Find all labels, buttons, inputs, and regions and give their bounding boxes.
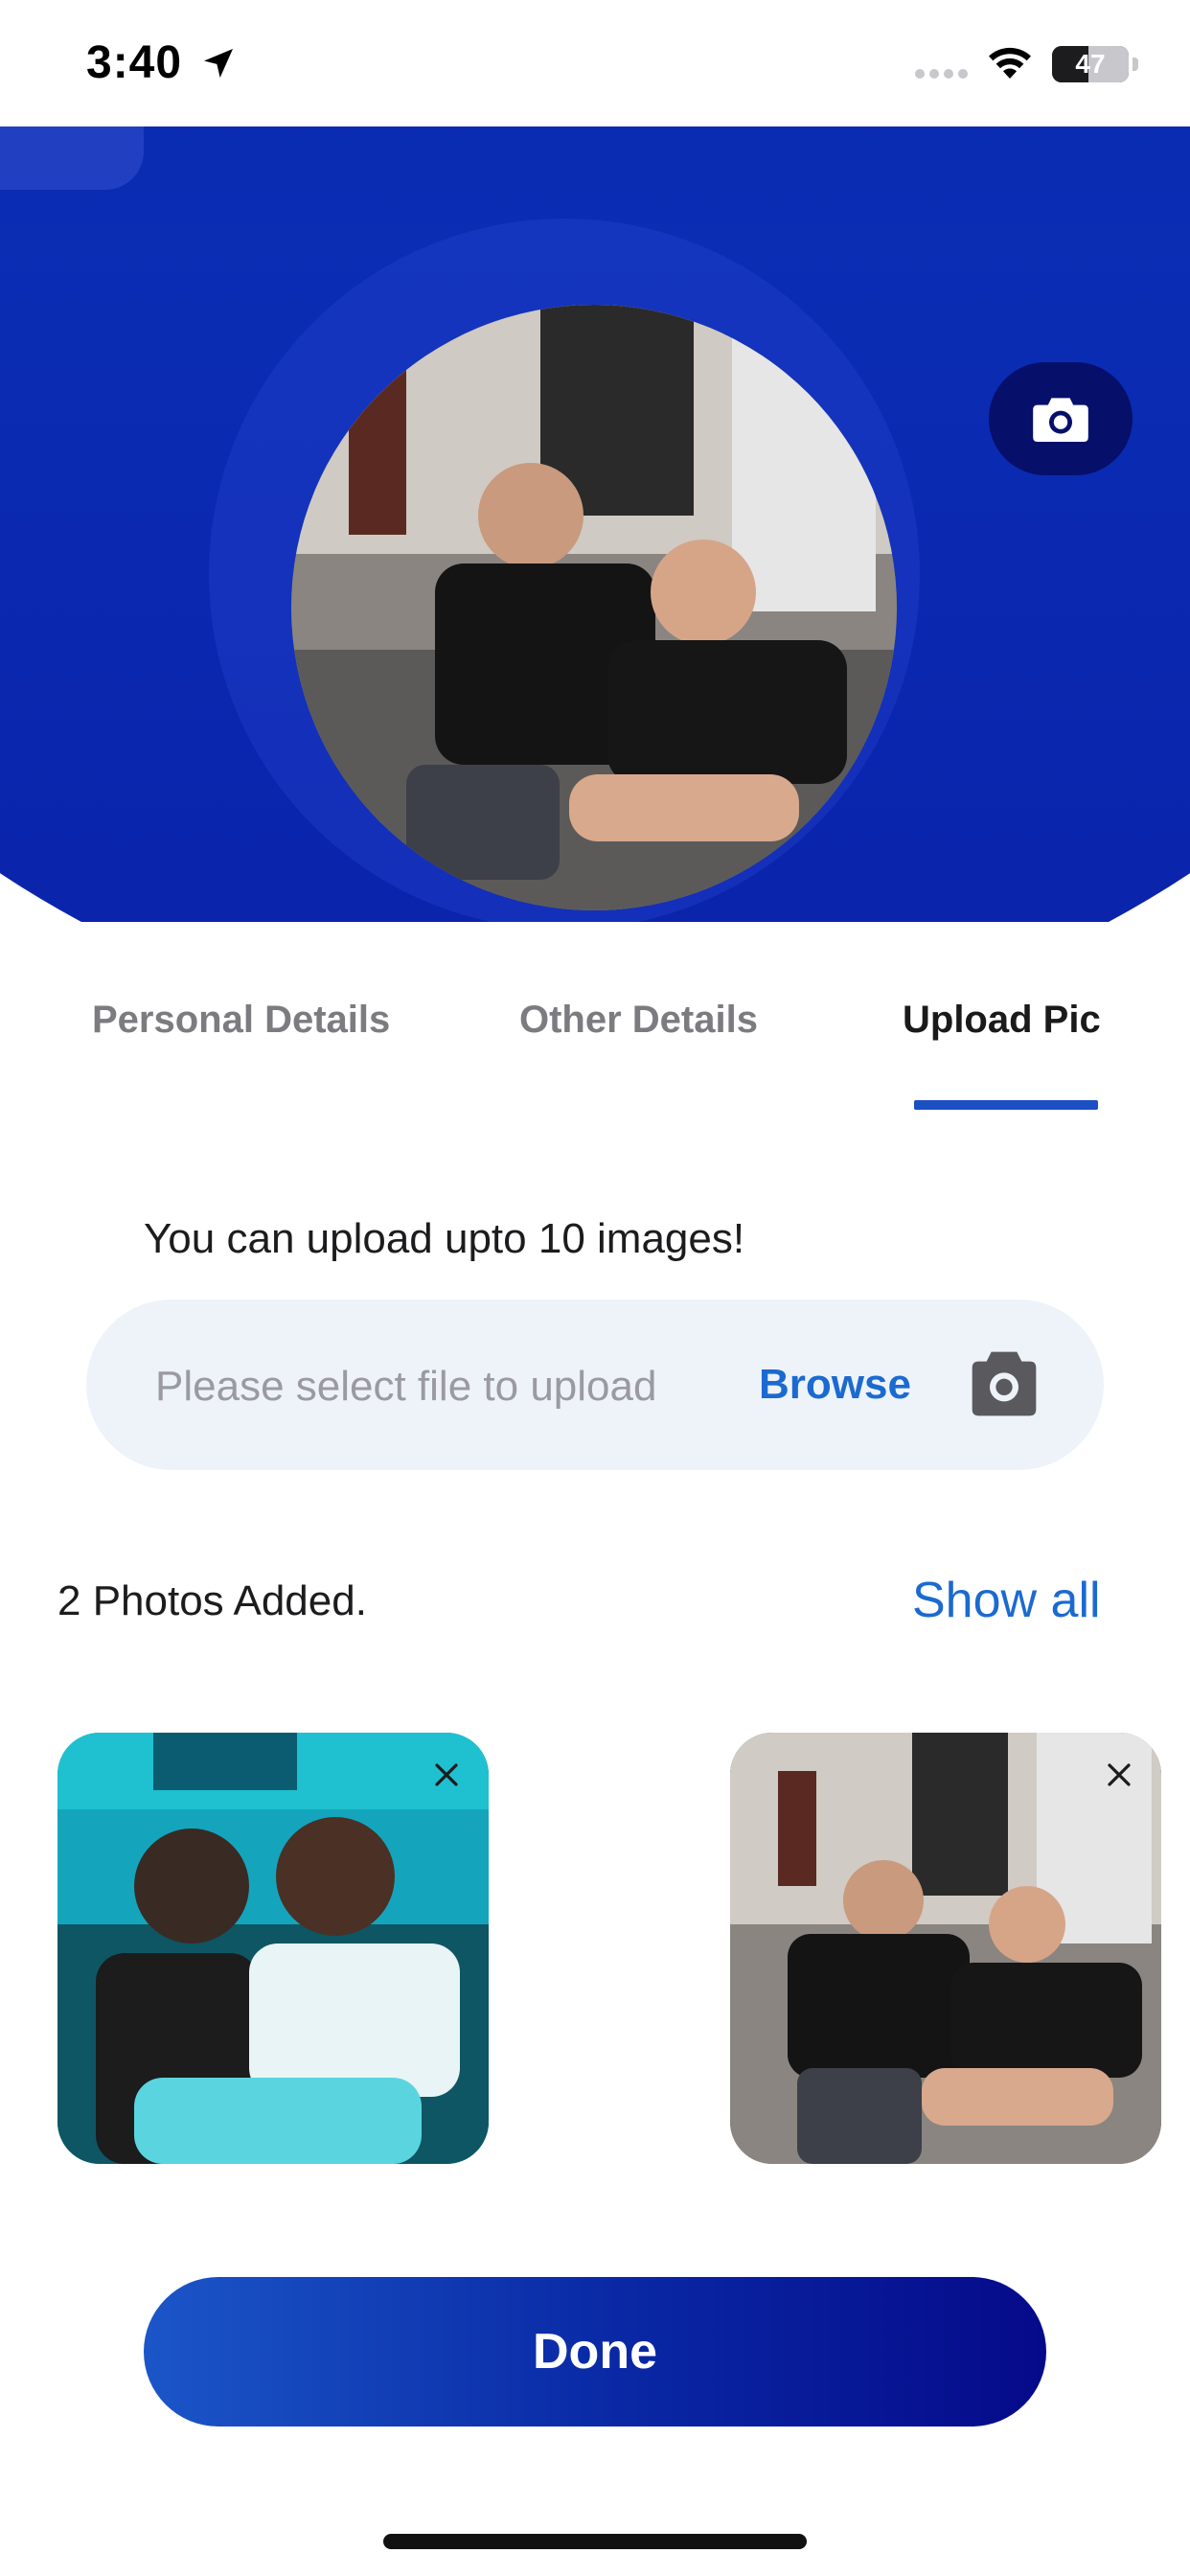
- photo-image: [730, 1733, 1161, 2164]
- file-upload-field[interactable]: Please select file to upload Browse: [86, 1300, 1104, 1470]
- status-time: 3:40: [86, 37, 183, 88]
- battery-indicator: 47: [1052, 46, 1129, 82]
- close-icon: [435, 1763, 458, 1786]
- browse-button[interactable]: Browse: [759, 1361, 911, 1409]
- remove-photo-button[interactable]: [1098, 1754, 1140, 1796]
- battery-level: 47: [1075, 49, 1106, 79]
- done-button[interactable]: Done: [144, 2277, 1046, 2426]
- header-corner-shape: [0, 126, 144, 190]
- active-tab-indicator: [914, 1100, 1098, 1110]
- avatar-photo: [291, 305, 897, 910]
- photo-image: [57, 1733, 489, 2164]
- upload-hint: You can upload upto 10 images!: [144, 1215, 745, 1262]
- profile-header: [0, 126, 1190, 922]
- status-bar: 3:40 47: [0, 0, 1190, 126]
- close-icon: [1108, 1763, 1131, 1786]
- remove-photo-button[interactable]: [425, 1754, 468, 1796]
- change-photo-button[interactable]: [989, 362, 1133, 475]
- camera-icon: [1033, 398, 1088, 442]
- camera-icon[interactable]: [966, 1346, 1042, 1422]
- photo-thumbnail[interactable]: [57, 1733, 489, 2164]
- location-arrow-icon: [204, 49, 233, 78]
- photos-count: 2 Photos Added.: [57, 1577, 367, 1624]
- cellular-signal-icon: [915, 69, 971, 82]
- done-label: Done: [533, 2324, 657, 2380]
- upload-placeholder: Please select file to upload: [155, 1363, 657, 1410]
- wifi-icon: [989, 47, 1031, 79]
- tab-personal-details[interactable]: Personal Details: [92, 999, 390, 1042]
- photo-thumbnail[interactable]: [730, 1733, 1161, 2164]
- show-all-link[interactable]: Show all: [912, 1572, 1101, 1629]
- battery-nub: [1133, 58, 1138, 71]
- home-indicator: [383, 2534, 807, 2549]
- profile-avatar[interactable]: [291, 305, 897, 910]
- tab-upload-pic[interactable]: Upload Pic: [903, 999, 1101, 1042]
- tab-other-details[interactable]: Other Details: [519, 999, 758, 1042]
- profile-tabs: Personal Details Other Details Upload Pi…: [0, 987, 1190, 1121]
